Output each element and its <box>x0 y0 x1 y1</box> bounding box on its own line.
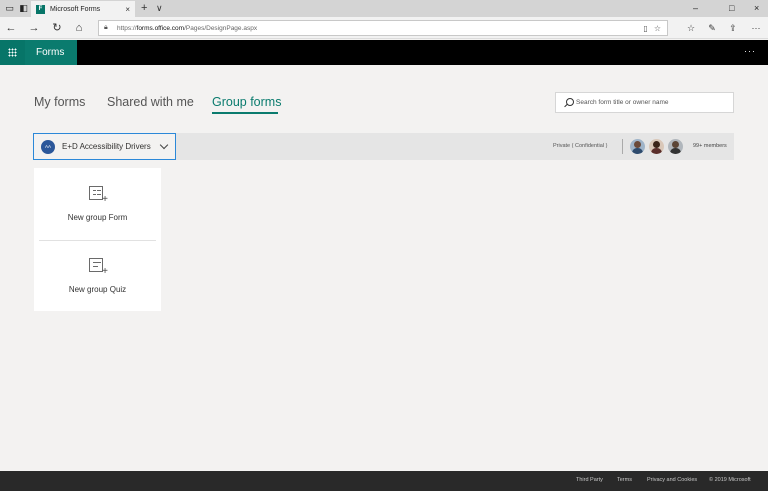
app-launcher-button[interactable] <box>0 40 25 65</box>
tab-preview-icon[interactable]: ◧ <box>18 3 29 14</box>
form-icon: + <box>89 186 108 205</box>
footer-link-terms[interactable]: Terms <box>617 477 632 483</box>
tab-actions-icon[interactable]: ▭ <box>4 3 15 14</box>
footer-link-third-party[interactable]: Third Party <box>576 477 603 483</box>
close-window-button[interactable]: × <box>754 2 759 14</box>
footer-copyright: © 2019 Microsoft <box>709 477 751 483</box>
group-avatar: AA <box>41 139 55 154</box>
member-avatar[interactable] <box>668 139 683 154</box>
back-arrow-icon[interactable]: ← <box>4 21 18 35</box>
group-bar: AA E+D Accessibility Drivers Private ( C… <box>33 133 734 160</box>
tab-close-icon[interactable]: × <box>125 5 130 14</box>
new-group-form-card[interactable]: + New group Form <box>34 168 161 239</box>
minimize-button[interactable]: – <box>693 2 698 14</box>
waffle-icon <box>8 48 17 57</box>
pen-icon[interactable]: ✎ <box>705 21 719 35</box>
refresh-icon[interactable]: ↻ <box>50 21 64 35</box>
quiz-icon: + <box>89 258 108 277</box>
tab-shared-with-me[interactable]: Shared with me <box>107 95 194 109</box>
active-tab-indicator <box>212 112 278 114</box>
tab-group-forms[interactable]: Group forms <box>212 95 281 109</box>
members-count-link[interactable]: 99+ members <box>693 143 727 149</box>
divider <box>622 139 623 154</box>
url-text: https://forms.office.com/Pages/DesignPag… <box>117 24 258 32</box>
lock-icon: 🔒︎ <box>104 24 108 31</box>
footer: Third Party Terms Privacy and Cookies © … <box>0 471 768 491</box>
browser-address-bar: ← → ↻ ⌂ 🔒︎ https://forms.office.com/Page… <box>0 17 768 39</box>
tab-menu-chevron-icon[interactable]: ∨ <box>156 2 163 14</box>
favorite-star-icon[interactable]: ☆ <box>654 24 661 33</box>
group-selector-dropdown[interactable]: AA E+D Accessibility Drivers <box>33 133 176 160</box>
group-privacy-label: Private ( Confidential ) <box>553 143 608 149</box>
card-label: New group Form <box>67 213 128 222</box>
footer-link-privacy[interactable]: Privacy and Cookies <box>647 477 697 483</box>
home-icon[interactable]: ⌂ <box>72 21 86 35</box>
search-input[interactable] <box>576 99 726 106</box>
card-label: New group Quiz <box>68 285 127 294</box>
new-group-content-panel: + New group Form + New group Quiz <box>34 168 161 311</box>
app-header: Forms ··· <box>0 40 768 65</box>
more-menu-icon[interactable]: ··· <box>749 21 763 35</box>
chevron-down-icon <box>159 140 168 149</box>
forward-arrow-icon[interactable]: → <box>27 21 41 35</box>
reading-view-icon[interactable]: ▯ <box>643 24 647 33</box>
search-box[interactable] <box>555 92 734 113</box>
browser-tab[interactable]: F Microsoft Forms × <box>31 1 135 17</box>
favorites-hub-icon[interactable]: ☆ <box>684 21 698 35</box>
tab-my-forms[interactable]: My forms <box>34 95 85 109</box>
new-tab-button[interactable]: + <box>141 2 147 14</box>
browser-tab-bar: ▭ ◧ F Microsoft Forms × + ∨ – □ × <box>0 0 768 17</box>
tab-title: Microsoft Forms <box>50 5 101 13</box>
url-field[interactable]: 🔒︎ https://forms.office.com/Pages/Design… <box>98 20 668 36</box>
group-name: E+D Accessibility Drivers <box>62 142 151 151</box>
more-options-icon[interactable]: ··· <box>744 46 756 56</box>
maximize-button[interactable]: □ <box>729 2 734 14</box>
new-group-quiz-card[interactable]: + New group Quiz <box>34 240 161 311</box>
forms-favicon-icon: F <box>36 4 45 14</box>
share-icon[interactable]: ⇪ <box>726 21 740 35</box>
search-icon <box>563 97 574 108</box>
member-avatar[interactable] <box>649 139 664 154</box>
member-avatar[interactable] <box>630 139 645 154</box>
app-name[interactable]: Forms <box>25 40 77 65</box>
